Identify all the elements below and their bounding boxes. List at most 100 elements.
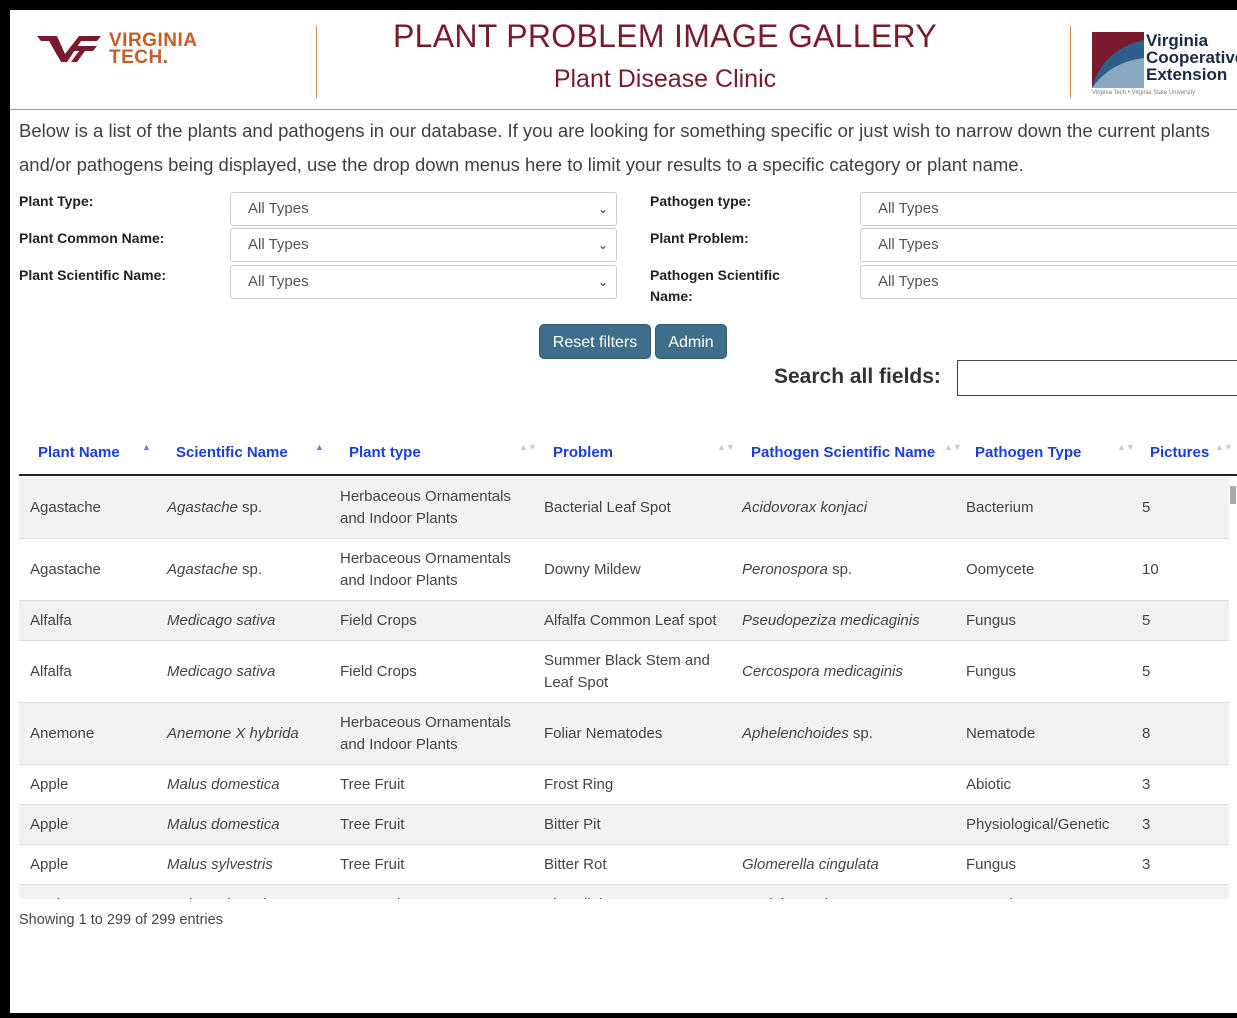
- cell-text: Apple: [30, 816, 69, 833]
- cell-text: 3: [1142, 856, 1151, 873]
- plant-scientific-name-label: Plant Scientific Name:: [19, 267, 167, 283]
- table-cell-pics: 3: [1142, 765, 1202, 805]
- cell-text: Malus domestica: [167, 774, 280, 796]
- cell-text: Tree Fruit: [340, 776, 405, 793]
- reset-filters-button[interactable]: Reset filters: [539, 324, 651, 359]
- table-cell-type: Herbaceous Ornamentals and Indoor Plants: [340, 477, 530, 539]
- cell-text: Acidovorax konjaci: [742, 497, 867, 519]
- name-suffix: sp.: [848, 725, 873, 742]
- cell-text: 3: [1142, 776, 1151, 793]
- column-header-problem[interactable]: Problem: [553, 444, 613, 461]
- vce-wordmark: Virginia Cooperative Extension: [1146, 32, 1237, 83]
- cell-text: Apple: [30, 856, 69, 873]
- italic-name: Malus domestica: [167, 776, 280, 793]
- vce-tagline: Virginia Tech • Virginia State Universit…: [1092, 90, 1196, 96]
- cell-text: Foliar Nematodes: [544, 725, 663, 742]
- italic-name: Acidovorax konjaci: [742, 499, 868, 516]
- table-cell-type: Tree Fruit: [340, 845, 530, 885]
- cell-text: Oomycete: [966, 561, 1035, 578]
- table-row[interactable]: Alfalfa Medicago sativa Field Crops Alfalfa…: [19, 601, 1229, 641]
- virginia-tech-logo[interactable]: VIRGINIA TECH.: [35, 30, 225, 70]
- table-row[interactable]: Apple Malus domestica Tree Fruit Frost Ring…: [19, 765, 1229, 805]
- page: { "header": { "vt_logo_line1": "VIRGINIA…: [10, 10, 1237, 1013]
- plant-common-name-select[interactable]: All Types ⌄: [230, 228, 617, 262]
- table-cell-problem: Bitter Pit: [544, 805, 729, 845]
- pathogen-type-select[interactable]: All Types ⌄: [860, 192, 1237, 226]
- table-cell-sci: Agastache sp.: [167, 539, 332, 601]
- column-header-pathogen-scientific-name[interactable]: Pathogen Scientific Name: [751, 444, 935, 461]
- search-label: Search all fields:: [774, 365, 941, 388]
- cell-text: Field Crops: [340, 663, 417, 680]
- table-cell-pics: 3: [1142, 805, 1202, 845]
- table-cell-type: Tree Fruit: [340, 885, 530, 899]
- plant-common-name-value: All Types: [248, 236, 309, 253]
- cell-text: Field Crops: [340, 612, 417, 629]
- column-header-plant-type[interactable]: Plant type: [349, 444, 421, 461]
- plants-table: Plant Name ▲ Scientific Name ▲ Plant typ…: [19, 430, 1237, 899]
- table-row[interactable]: Anemone Anemone X hybrida Herbaceous Ornam…: [19, 703, 1229, 765]
- italic-name: Medicago sativa: [167, 612, 276, 629]
- table-cell-pics: 5: [1142, 641, 1202, 703]
- table-row[interactable]: Apple Malus domestica Tree Fruit Bitter Pit…: [19, 805, 1229, 845]
- sort-icon: ▲▼: [944, 442, 962, 452]
- plant-scientific-name-select[interactable]: All Types ⌄: [230, 265, 617, 299]
- table-cell-path-type: Oomycete: [966, 539, 1136, 601]
- table-scrollbar-thumb[interactable]: [1230, 486, 1236, 504]
- table-row[interactable]: Apple Malus sylvestris Tree Fruit Bitter Ro…: [19, 845, 1229, 885]
- admin-button[interactable]: Admin: [655, 324, 727, 359]
- cell-text: Medicago sativa: [167, 661, 275, 683]
- table-cell-path-sci: Glomerella cingulata: [742, 845, 957, 885]
- table-cell-path-sci: Cercospora medicaginis: [742, 641, 957, 703]
- cell-text: Fungus: [966, 663, 1017, 680]
- pathogen-scientific-name-select[interactable]: All Types ⌄: [860, 265, 1237, 299]
- pathogen-type-value: All Types: [878, 200, 939, 217]
- cell-text: Peronospora sp.: [742, 559, 852, 581]
- plant-scientific-name-value: All Types: [248, 273, 309, 290]
- cell-text: Bitter Pit: [544, 816, 601, 833]
- table-row[interactable]: Alfalfa Medicago sativa Field Crops Summer …: [19, 641, 1229, 703]
- table-cell-type: Tree Fruit: [340, 765, 530, 805]
- table-cell-path-sci: Erwinia amylovora: [742, 885, 957, 899]
- site-header: VIRGINIA TECH. PLANT PROBLEM IMAGE GALLE…: [10, 10, 1237, 110]
- plant-problem-select[interactable]: All Types ⌄: [860, 228, 1237, 262]
- column-header-pathogen-type[interactable]: Pathogen Type: [975, 444, 1081, 461]
- cell-text: Bacterium: [966, 499, 1034, 516]
- column-header-pictures[interactable]: Pictures: [1150, 444, 1209, 461]
- sort-icon: ▲▼: [1215, 442, 1233, 452]
- plant-type-select[interactable]: All Types ⌄: [230, 192, 617, 226]
- sort-icon: ▲▼: [519, 442, 537, 452]
- table-cell-path-sci: Aphelenchoides sp.: [742, 703, 957, 765]
- table-cell-plant: Alfalfa: [30, 641, 160, 703]
- cell-text: Pseudopeziza medicaginis: [742, 610, 920, 632]
- table-row[interactable]: Apple Malus sylvestris Tree Fruit Fire Blig…: [19, 885, 1229, 899]
- table-row[interactable]: Agastache Agastache sp. Herbaceous Ornamen…: [19, 477, 1229, 539]
- italic-name: Agastache: [167, 499, 238, 516]
- search-input[interactable]: [957, 360, 1237, 396]
- table-cell-plant: Apple: [30, 845, 160, 885]
- table-cell-path-type: Bacterium: [966, 477, 1136, 539]
- table-cell-path-sci: [742, 765, 957, 805]
- vce-logo[interactable]: Virginia Cooperative Extension Virginia …: [1092, 32, 1237, 96]
- cell-text: Anemone X hybrida: [167, 723, 299, 745]
- cell-text: Alfalfa: [30, 663, 72, 680]
- header-divider: [316, 26, 317, 98]
- cell-text: Alfalfa Common Leaf spot: [544, 612, 717, 629]
- cell-text: 3: [1142, 816, 1151, 833]
- table-cell-problem: Alfalfa Common Leaf spot: [544, 601, 729, 641]
- cell-text: Bitter Rot: [544, 856, 607, 873]
- table-cell-sci: Medicago sativa: [167, 601, 332, 641]
- cell-text: Alfalfa: [30, 612, 72, 629]
- cell-text: Summer Black Stem and Leaf Spot: [544, 652, 710, 691]
- column-header-plant-name[interactable]: Plant Name: [38, 444, 120, 461]
- cell-text: Herbaceous Ornamentals and Indoor Plants: [340, 714, 511, 753]
- table-row[interactable]: Agastache Agastache sp. Herbaceous Ornamen…: [19, 539, 1229, 601]
- cell-text: Malus sylvestris: [167, 894, 273, 899]
- table-header: Plant Name ▲ Scientific Name ▲ Plant typ…: [19, 430, 1237, 476]
- table-cell-path-type: Fungus: [966, 845, 1136, 885]
- cell-text: Fire Blight: [544, 894, 612, 899]
- vce-line3: Extension: [1146, 65, 1228, 84]
- table-cell-pics: 5: [1142, 477, 1202, 539]
- plant-type-label: Plant Type:: [19, 193, 94, 209]
- column-header-scientific-name[interactable]: Scientific Name: [176, 444, 288, 461]
- cell-text: Malus domestica: [167, 814, 280, 836]
